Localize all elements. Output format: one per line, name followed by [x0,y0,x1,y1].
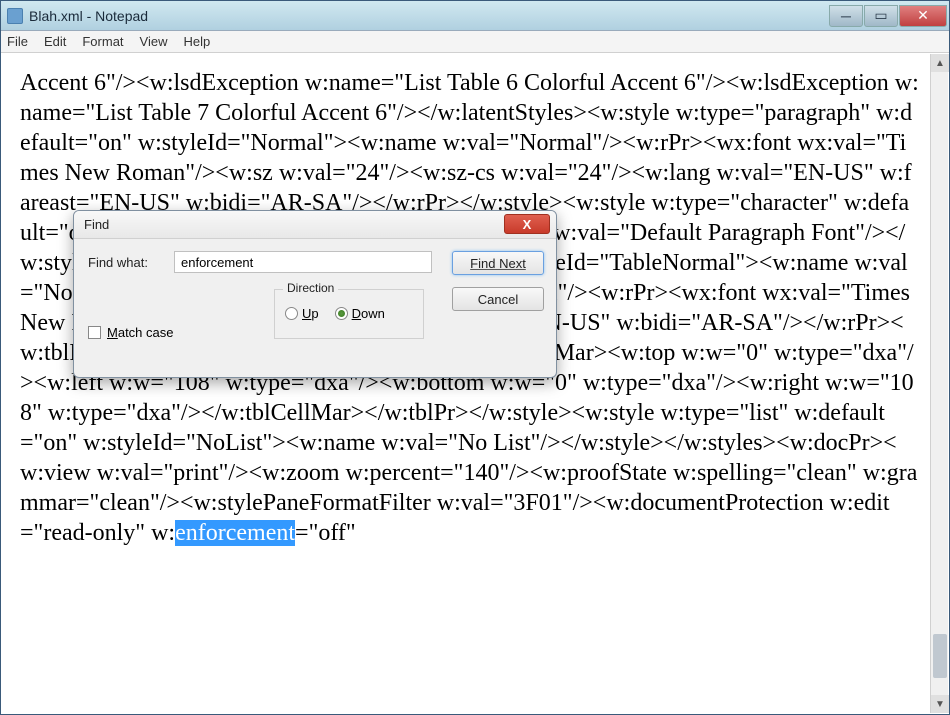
vertical-scrollbar[interactable]: ▲ ▼ [930,54,948,713]
close-button[interactable]: ✕ [899,5,947,27]
find-close-button[interactable]: X [504,214,550,234]
find-next-button[interactable]: Find Next [452,251,544,275]
checkbox-icon [88,326,101,339]
radio-icon [285,307,298,320]
scroll-up-button[interactable]: ▲ [931,54,949,72]
find-what-label: Find what: [88,255,148,270]
window-title: Blah.xml - Notepad [29,8,828,24]
titlebar[interactable]: Blah.xml - Notepad ─ ▭ ✕ [1,1,949,31]
menu-file[interactable]: File [7,34,28,49]
find-dialog-title: Find [84,217,109,232]
menu-view[interactable]: View [140,34,168,49]
direction-label: Direction [283,281,338,295]
document-text-post: ="off" [295,520,356,546]
scroll-thumb[interactable] [933,634,947,678]
radio-icon [335,307,348,320]
direction-down-radio[interactable]: Down [335,306,385,321]
cancel-button[interactable]: Cancel [452,287,544,311]
window-controls: ─ ▭ ✕ [828,5,947,27]
content-area: Accent 6"/><w:lsdException w:name="List … [2,54,948,713]
maximize-button[interactable]: ▭ [864,5,898,27]
direction-group: Direction Up Down [274,289,424,339]
find-dialog-titlebar[interactable]: Find X [74,211,556,239]
app-icon [7,8,23,24]
menu-format[interactable]: Format [82,34,123,49]
find-what-input[interactable] [174,251,432,273]
find-dialog: Find X Find what: Find Next Cancel Direc… [73,210,557,378]
menu-help[interactable]: Help [183,34,210,49]
scroll-down-button[interactable]: ▼ [931,695,949,713]
menu-edit[interactable]: Edit [44,34,66,49]
minimize-button[interactable]: ─ [829,5,863,27]
text-editor[interactable]: Accent 6"/><w:lsdException w:name="List … [2,54,930,713]
match-case-checkbox[interactable]: Match case [88,325,174,340]
find-dialog-body: Find what: Find Next Cancel Direction Up… [74,239,556,377]
menu-bar: File Edit Format View Help [1,31,949,53]
direction-up-radio[interactable]: Up [285,306,319,321]
search-highlight: enforcement [175,520,295,546]
